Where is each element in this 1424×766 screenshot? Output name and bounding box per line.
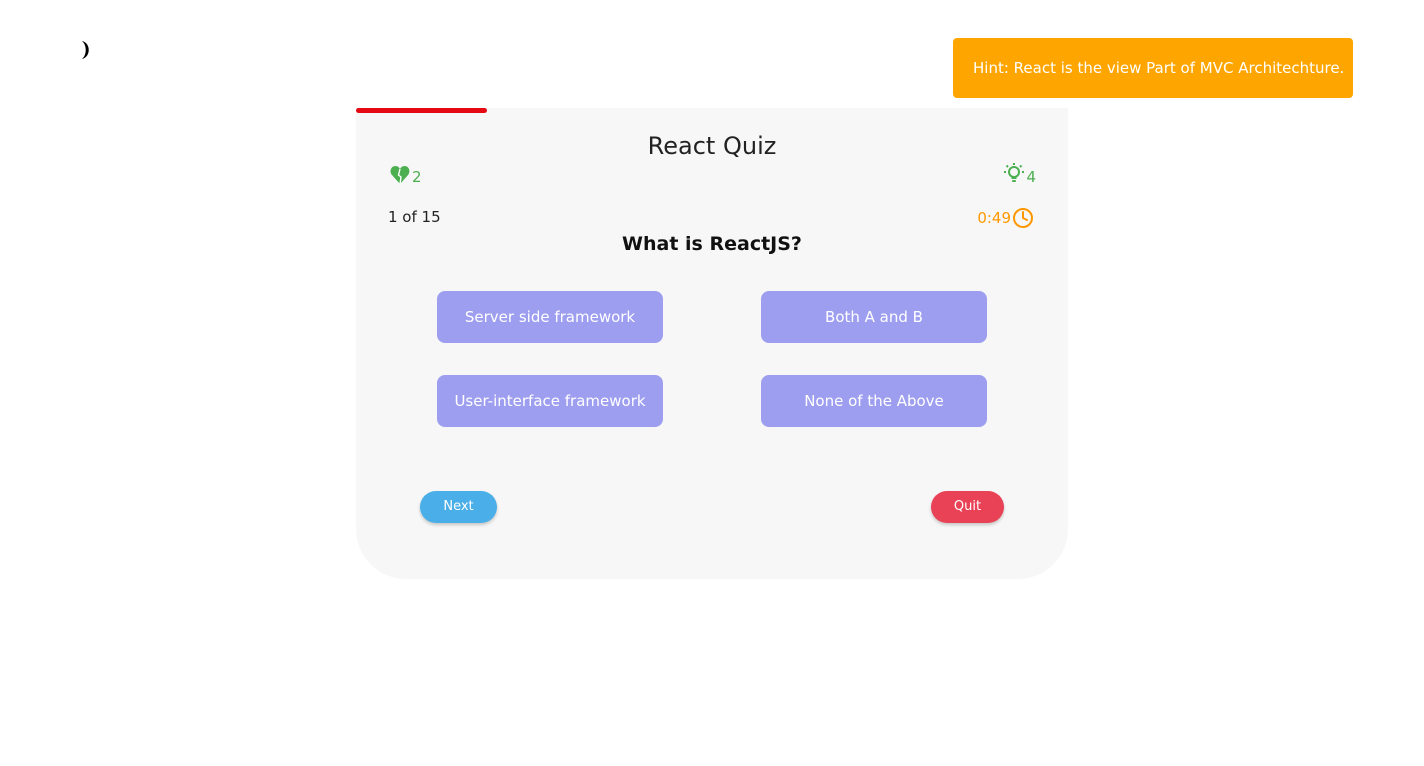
option-b-button[interactable]: Both A and B bbox=[761, 291, 987, 343]
quiz-title: React Quiz bbox=[647, 132, 777, 160]
option-c-button[interactable]: User-interface framework bbox=[437, 375, 663, 427]
lives-count: 2 bbox=[412, 168, 422, 186]
heart-icon bbox=[390, 166, 410, 185]
clock-icon bbox=[1013, 208, 1033, 228]
progress-bar bbox=[356, 108, 487, 113]
option-d-button[interactable]: None of the Above bbox=[761, 375, 987, 427]
lightbulb-icon bbox=[1004, 163, 1025, 182]
hint-toast-text: Hint: React is the view Part of MVC Arch… bbox=[973, 59, 1345, 77]
question-counter: 1 of 15 bbox=[388, 208, 441, 226]
timer: 0:49 bbox=[977, 207, 1034, 229]
hint-toast[interactable]: Hint: React is the view Part of MVC Arch… bbox=[953, 38, 1353, 98]
theme-toggle-button[interactable] bbox=[74, 38, 96, 62]
timer-value: 0:49 bbox=[977, 209, 1011, 227]
hints-count: 4 bbox=[1026, 168, 1036, 186]
moon-icon bbox=[82, 41, 89, 59]
quiz-card: React Quiz 2 4 1 of 15 0:49 What is Reac… bbox=[356, 108, 1068, 579]
lives-indicator: 2 bbox=[389, 164, 422, 186]
option-a-button[interactable]: Server side framework bbox=[437, 291, 663, 343]
quit-button[interactable]: Quit bbox=[931, 491, 1004, 523]
next-button[interactable]: Next bbox=[420, 491, 497, 523]
hints-button[interactable]: 4 bbox=[1002, 162, 1036, 186]
question-text: What is ReactJS? bbox=[622, 233, 802, 255]
